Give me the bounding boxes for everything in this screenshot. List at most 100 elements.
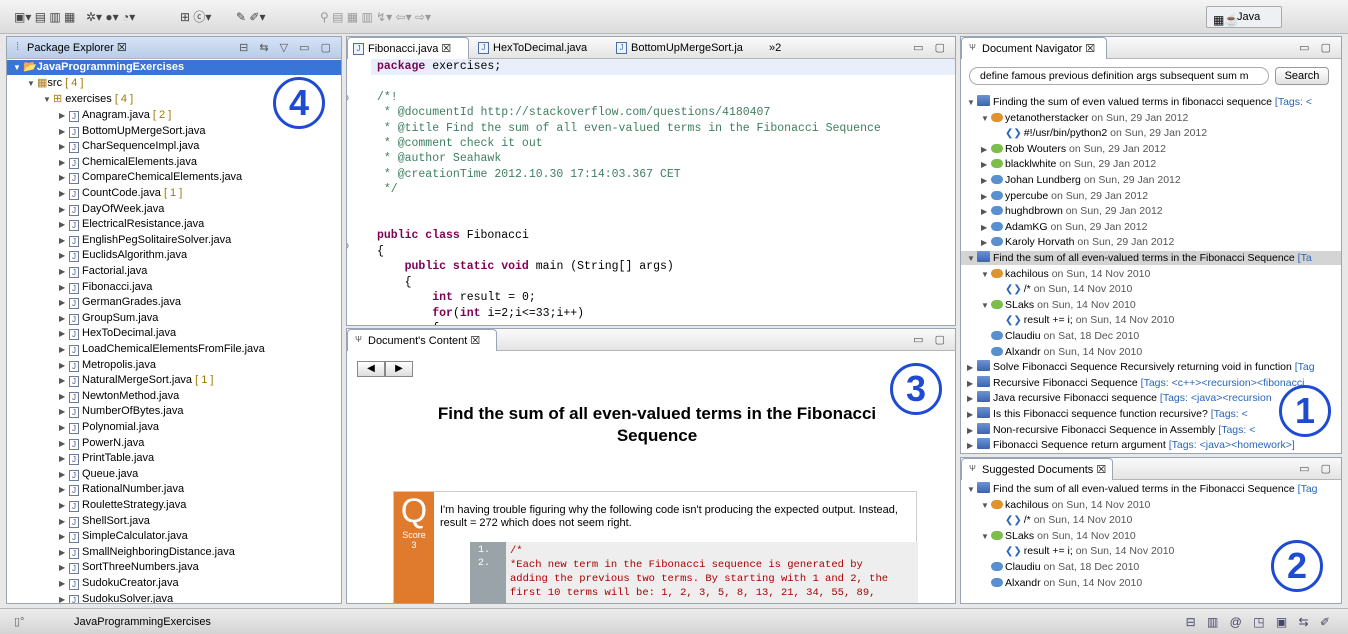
file-item[interactable]: ▶ J Factorial.java (59, 264, 147, 279)
answer-item[interactable]: ▼ kachilous on Sun, 14 Nov 2010 (981, 498, 1150, 512)
content-view-controls[interactable]: ▭ ▢ (913, 333, 949, 346)
file-item[interactable]: ▶ J Metropolis.java (59, 358, 156, 373)
document-item[interactable]: ▶ Recursive Fibonacci Sequence [Tags: <c+… (967, 375, 1304, 391)
expand-icon[interactable]: ▶ (59, 217, 69, 232)
code-item[interactable]: ❮❯ #!/usr/bin/python2 on Sun, 29 Jan 2012 (995, 126, 1207, 140)
forward-button[interactable]: ▶ (385, 361, 413, 377)
tab-document-navigator[interactable]: Ψ Document Navigator ☒ (961, 37, 1107, 59)
expand-icon[interactable]: ▶ (981, 174, 991, 188)
file-item[interactable]: ▶ J BottomUpMergeSort.java (59, 124, 206, 139)
expand-icon[interactable]: ▶ (59, 342, 69, 357)
expand-icon[interactable]: ▶ (981, 236, 991, 250)
file-item[interactable]: ▶ J Polynomial.java (59, 420, 159, 435)
project-row[interactable]: ▼ 📂JavaProgrammingExercises (7, 60, 341, 75)
code-editor[interactable]: package exercises; /*! * @documentId htt… (377, 59, 881, 325)
file-item[interactable]: ▶ J GroupSum.java (59, 311, 158, 326)
expand-icon[interactable]: ▼ (981, 499, 991, 513)
expand-icon[interactable]: ▼ (967, 483, 977, 497)
file-item[interactable]: ▶ J HexToDecimal.java (59, 326, 176, 341)
expand-icon[interactable]: ▶ (59, 186, 69, 201)
file-item[interactable]: ▶ J CharSequenceImpl.java (59, 139, 199, 154)
expand-icon[interactable]: ▶ (59, 326, 69, 341)
expand-icon[interactable]: ▶ (59, 404, 69, 419)
expand-icon[interactable]: ▶ (59, 529, 69, 544)
code-item[interactable]: ❮❯/* on Sun, 14 Nov 2010 (995, 513, 1132, 527)
navigator-view-controls[interactable]: ▭ ▢ (1299, 41, 1335, 54)
expand-icon[interactable]: ▶ (59, 155, 69, 170)
code-item[interactable]: ❮❯ result += i; on Sun, 14 Nov 2010 (995, 313, 1174, 327)
expand-icon[interactable]: ▶ (59, 389, 69, 404)
expand-icon[interactable]: ▼ (981, 112, 991, 126)
expand-icon[interactable]: ▼ (967, 96, 977, 110)
expand-icon[interactable]: ▶ (59, 358, 69, 373)
expand-icon[interactable]: ▶ (59, 467, 69, 482)
answer-item[interactable]: ▶ hughdbrown on Sun, 29 Jan 2012 (981, 204, 1163, 218)
file-item[interactable]: ▶ J PrintTable.java (59, 451, 154, 466)
search-input[interactable]: define famous previous definition args s… (969, 67, 1269, 85)
expand-icon[interactable]: ▼ (981, 268, 991, 282)
expand-icon[interactable]: ▼ (981, 530, 991, 544)
expand-icon[interactable]: ▶ (59, 280, 69, 295)
file-item[interactable]: ▶ J SudokuCreator.java (59, 576, 179, 591)
file-item[interactable]: ▶ J ElectricalResistance.java (59, 217, 204, 232)
expand-icon[interactable]: ▶ (59, 514, 69, 529)
file-item[interactable]: ▶ J SmallNeighboringDistance.java (59, 545, 235, 560)
expand-icon[interactable]: ▶ (59, 576, 69, 591)
perspective-java[interactable]: ▦☕ Java (1206, 6, 1282, 28)
expand-icon[interactable]: ▶ (967, 361, 977, 375)
file-item[interactable]: ▶ J ChemicalElements.java (59, 155, 197, 170)
answer-item[interactable]: Claudiu on Sat, 18 Dec 2010 (981, 560, 1139, 574)
view-controls[interactable]: ⊟ ⇆ ▽ ▭ ▢ (239, 41, 335, 54)
document-item[interactable]: ▼ Find the sum of all even-valued terms i… (961, 251, 1341, 265)
answer-item[interactable]: ▼ SLaks on Sun, 14 Nov 2010 (981, 298, 1136, 312)
document-item[interactable]: ▶ Fibonacci Sequence return argument [Tag… (967, 438, 1295, 452)
expand-icon[interactable]: ▶ (981, 190, 991, 204)
expand-icon[interactable]: ▶ (981, 143, 991, 157)
file-item[interactable]: ▶ J LoadChemicalElementsFromFile.java (59, 342, 265, 357)
file-item[interactable]: ▶ J NewtonMethod.java (59, 389, 179, 404)
expand-icon[interactable]: ▶ (59, 498, 69, 513)
expand-icon[interactable]: ▶ (59, 560, 69, 575)
file-item[interactable]: ▶ J NaturalMergeSort.java [ 1 ] (59, 373, 213, 388)
expand-icon[interactable]: ▶ (59, 545, 69, 560)
fold-icon[interactable]: ⊖ (347, 241, 349, 252)
expand-icon[interactable]: ▶ (967, 424, 977, 438)
answer-item[interactable]: ▼ yetanotherstacker on Sun, 29 Jan 2012 (981, 111, 1188, 125)
file-item[interactable]: ▶ J GermanGrades.java (59, 295, 181, 310)
answer-item[interactable]: ▶ blacklwhite on Sun, 29 Jan 2012 (981, 157, 1156, 171)
expand-icon[interactable]: ▶ (59, 420, 69, 435)
expand-icon[interactable]: ▶ (59, 482, 69, 497)
answer-item[interactable]: ▶ Rob Wouters on Sun, 29 Jan 2012 (981, 142, 1166, 156)
fast-view-icon[interactable]: ▯° (14, 615, 24, 628)
expand-icon[interactable]: ▶ (59, 124, 69, 139)
back-button[interactable]: ◀ (357, 361, 385, 377)
status-icons[interactable]: ⊟ ▥ @ ◳ ▣ ⇆ ✐ (1186, 615, 1334, 629)
expand-icon[interactable]: ▼ (981, 299, 991, 313)
expand-icon[interactable]: ▶ (981, 221, 991, 235)
editor-view-controls[interactable]: ▭ ▢ (913, 41, 949, 54)
file-item[interactable]: ▶ J DayOfWeek.java (59, 202, 164, 217)
new-icon[interactable]: ▣▾ ▤ ▥ ▦ (14, 9, 75, 25)
document-item[interactable]: ▼ Finding the sum of even valued terms in… (967, 95, 1312, 109)
expand-icon[interactable]: ▶ (59, 295, 69, 310)
expand-icon[interactable]: ▶ (59, 264, 69, 279)
expand-icon[interactable]: ▼ (967, 252, 977, 266)
expand-icon[interactable]: ▶ (981, 158, 991, 172)
package-row[interactable]: ▼ ⊞ exercises [ 4 ] (43, 92, 133, 107)
expand-icon[interactable]: ▶ (59, 248, 69, 263)
debug-icon[interactable]: ✲▾ ●▾ ◔▾ (86, 9, 135, 25)
expand-icon[interactable]: ▶ (59, 451, 69, 466)
tab-fibonacci[interactable]: J Fibonacci.java ☒ (347, 37, 469, 59)
answer-item[interactable]: Claudiu on Sat, 18 Dec 2010 (981, 329, 1139, 343)
file-item[interactable]: ▶ J PowerN.java (59, 436, 144, 451)
expand-icon[interactable]: ▶ (59, 202, 69, 217)
search-icon[interactable]: ⚲ ▤ ▦ ▥ ↯▾ ⇦▾ ⇨▾ (320, 9, 431, 25)
file-item[interactable]: ▶ J Queue.java (59, 467, 138, 482)
answer-item[interactable]: ▼ SLaks on Sun, 14 Nov 2010 (981, 529, 1136, 543)
expand-icon[interactable]: ▶ (967, 377, 977, 391)
file-item[interactable]: ▶ J SortThreeNumbers.java (59, 560, 199, 575)
answer-item[interactable]: ▶ AdamKG on Sun, 29 Jan 2012 (981, 220, 1147, 234)
answer-item[interactable]: ▶ ypercube on Sun, 29 Jan 2012 (981, 189, 1148, 203)
file-item[interactable]: ▶ J CountCode.java [ 1 ] (59, 186, 182, 201)
file-item[interactable]: ▶ J ShellSort.java (59, 514, 150, 529)
